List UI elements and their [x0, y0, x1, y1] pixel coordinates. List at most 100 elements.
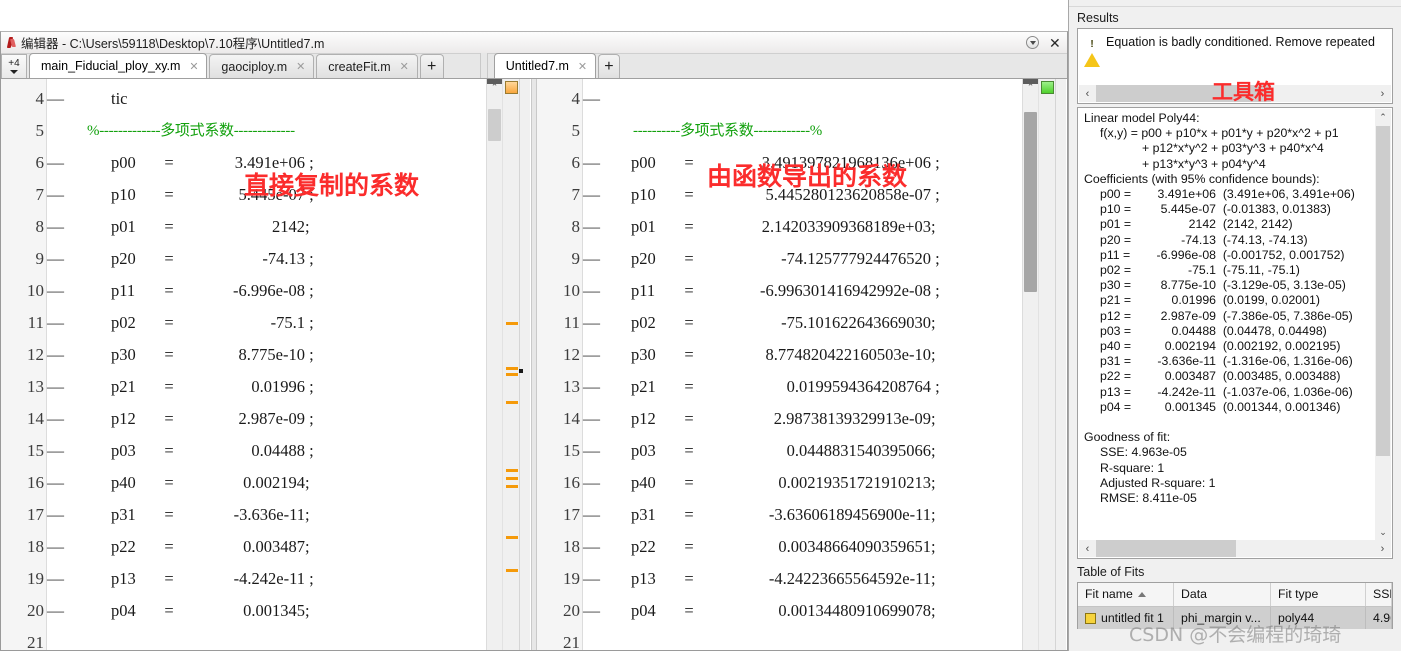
hscroll-thumb[interactable] [1096, 85, 1271, 102]
code-line[interactable]: p03 = 0.04488 ; [63, 435, 531, 467]
code-line[interactable]: p04 = 0.001345; [63, 595, 531, 627]
code-line[interactable]: p02 = -75.1 ; [63, 307, 531, 339]
code-line[interactable]: p03 = 0.0448831540395066; [599, 435, 1067, 467]
assignment-operator: = [164, 185, 174, 204]
warning-marker[interactable] [506, 477, 518, 480]
editor-close-button[interactable]: ✕ [1049, 36, 1063, 50]
code-line[interactable]: p10 = 5.445e-07 ; [63, 179, 531, 211]
code-line[interactable]: p00 = 3.491397821968136e+06 ; [599, 147, 1067, 179]
right-vertical-scrollbar[interactable]: ⌃ [1022, 79, 1038, 650]
table-row[interactable]: untitled fit 1 phi_margin v... poly44 4.… [1078, 607, 1392, 629]
line-number: 21 [27, 633, 44, 650]
statement-terminator: ; [305, 153, 314, 172]
code-line[interactable]: p20 = -74.13 ; [63, 243, 531, 275]
left-scroll-region[interactable]: ⌃ [486, 79, 531, 650]
scroll-left-arrow-icon[interactable]: ‹ [1079, 85, 1096, 102]
code-line[interactable]: p21 = 0.01996 ; [63, 371, 531, 403]
close-icon[interactable]: ✕ [188, 60, 199, 73]
results-horizontal-scrollbar[interactable]: ‹ › [1079, 85, 1391, 102]
code-analyzer-status-icon[interactable] [1041, 81, 1054, 94]
pane-splitter-handle[interactable] [479, 53, 488, 78]
editor-dock-menu-button[interactable] [1026, 36, 1040, 50]
left-warning-ribbon[interactable] [502, 79, 523, 650]
warning-marker[interactable] [506, 469, 518, 472]
column-header-fit-type[interactable]: Fit type [1271, 583, 1366, 606]
left-code-area[interactable]: 4— 5 6—7—8—9—10—11—12—13—14—15—16—17—18—19… [1, 79, 531, 650]
new-tab-button[interactable]: + [419, 54, 444, 78]
code-line[interactable]: p22 = 0.003487; [63, 531, 531, 563]
line-number: 20— [537, 595, 600, 627]
new-tab-button-right[interactable]: + [597, 54, 620, 78]
code-line[interactable]: p11 = -6.996301416942992e-08 ; [599, 275, 1067, 307]
scroll-left-arrow-icon[interactable]: ‹ [1079, 540, 1096, 557]
column-header-sse[interactable]: SSE [1366, 583, 1392, 606]
code-line[interactable]: p12 = 2.98738139329913e-09; [599, 403, 1067, 435]
code-line[interactable]: p22 = 0.00348664090359651; [599, 531, 1067, 563]
warning-marker[interactable] [506, 322, 518, 325]
warning-marker[interactable] [506, 485, 518, 488]
line-number: 12— [537, 339, 600, 371]
code-line[interactable]: p13 = -4.242e-11 ; [63, 563, 531, 595]
code-analyzer-status-icon[interactable] [505, 81, 518, 94]
code-line[interactable]: p13 = -4.24223665564592e-11; [599, 563, 1067, 595]
scrollbar-thumb[interactable] [1376, 126, 1390, 456]
scroll-down-arrow-icon[interactable]: ⌄ [1375, 524, 1391, 540]
tab-untitled7[interactable]: Untitled7.m ✕ [493, 53, 596, 78]
code-line[interactable] [599, 83, 1067, 115]
code-line[interactable]: p20 = -74.125777924476520 ; [599, 243, 1067, 275]
right-code-area[interactable]: 4— 5 6—7—8—9—10—11—12—13—14—15—16—17—18—19… [537, 79, 1067, 650]
scroll-up-arrow-icon[interactable]: ⌃ [1375, 109, 1391, 125]
tab-main-fiducial-ploy-xy[interactable]: main_Fiducial_ploy_xy.m ✕ [29, 53, 208, 78]
scroll-right-arrow-icon[interactable]: › [1374, 85, 1391, 102]
hscroll-thumb[interactable] [1096, 540, 1236, 557]
right-warning-ribbon[interactable] [1038, 79, 1055, 650]
column-header-fit-name[interactable]: Fit name [1078, 583, 1174, 606]
code-line[interactable]: p30 = 8.775e-10 ; [63, 339, 531, 371]
scrollbar-thumb[interactable] [488, 109, 501, 141]
warning-marker[interactable] [506, 569, 518, 572]
code-line[interactable]: %-------------多项式系数------------- [63, 115, 531, 147]
code-line[interactable]: ----------多项式系数------------% [599, 115, 1067, 147]
code-line[interactable]: p40 = 0.002194; [63, 467, 531, 499]
warning-marker[interactable] [506, 401, 518, 404]
tab-gaociploy[interactable]: gaociploy.m ✕ [209, 54, 315, 78]
code-line[interactable] [63, 627, 531, 650]
hscroll-track[interactable] [1096, 540, 1374, 557]
code-line[interactable]: p21 = 0.0199594364208764 ; [599, 371, 1067, 403]
code-line[interactable]: p30 = 8.774820422160503e-10; [599, 339, 1067, 371]
scroll-right-arrow-icon[interactable]: › [1374, 540, 1391, 557]
tab-createfit[interactable]: createFit.m ✕ [316, 54, 418, 78]
right-code-text[interactable]: ----------多项式系数------------% p00 = 3.491397… [583, 79, 1067, 650]
code-line[interactable]: p40 = 0.00219351721910213; [599, 467, 1067, 499]
code-line[interactable]: p01 = 2142; [63, 211, 531, 243]
code-line[interactable]: p02 = -75.101622643669030; [599, 307, 1067, 339]
model-horizontal-scrollbar[interactable]: ‹ › [1079, 540, 1391, 557]
model-results-box: Linear model Poly44: f(x,y) = p00 + p10*x… [1077, 107, 1393, 559]
warning-marker[interactable] [506, 373, 518, 376]
code-line[interactable]: p04 = 0.00134480910699078; [599, 595, 1067, 627]
code-line[interactable]: p01 = 2.142033909368189e+03; [599, 211, 1067, 243]
hscroll-track[interactable] [1096, 85, 1374, 102]
column-header-data[interactable]: Data [1174, 583, 1271, 606]
code-line[interactable] [599, 627, 1067, 650]
right-scroll-region[interactable]: ⌃ [1022, 79, 1067, 650]
code-line[interactable]: p00 = 3.491e+06 ; [63, 147, 531, 179]
tab-overflow-button[interactable]: +4 [1, 54, 27, 78]
model-vertical-scrollbar[interactable]: ⌃ ⌄ [1375, 109, 1391, 540]
warning-marker[interactable] [506, 536, 518, 539]
close-icon[interactable]: ✕ [577, 60, 588, 73]
close-icon[interactable]: ✕ [399, 60, 410, 73]
left-vertical-scrollbar[interactable]: ⌃ [486, 79, 502, 650]
code-line[interactable]: p31 = -3.636e-11; [63, 499, 531, 531]
warning-marker[interactable] [506, 367, 518, 370]
close-icon[interactable]: ✕ [295, 60, 306, 73]
code-line[interactable]: p10 = 5.445280123620858e-07 ; [599, 179, 1067, 211]
left-code-text[interactable]: tic %-------------多项式系数------------- p00 = 3… [47, 79, 531, 650]
scrollbar-thumb[interactable] [1024, 112, 1037, 292]
line-number: 18— [537, 531, 600, 563]
code-line[interactable]: p31 = -3.63606189456900e-11; [599, 499, 1067, 531]
code-line[interactable]: tic [63, 83, 531, 115]
code-line[interactable]: p11 = -6.996e-08 ; [63, 275, 531, 307]
code-line[interactable]: p12 = 2.987e-09 ; [63, 403, 531, 435]
coefficient-name: p11 [111, 281, 136, 300]
